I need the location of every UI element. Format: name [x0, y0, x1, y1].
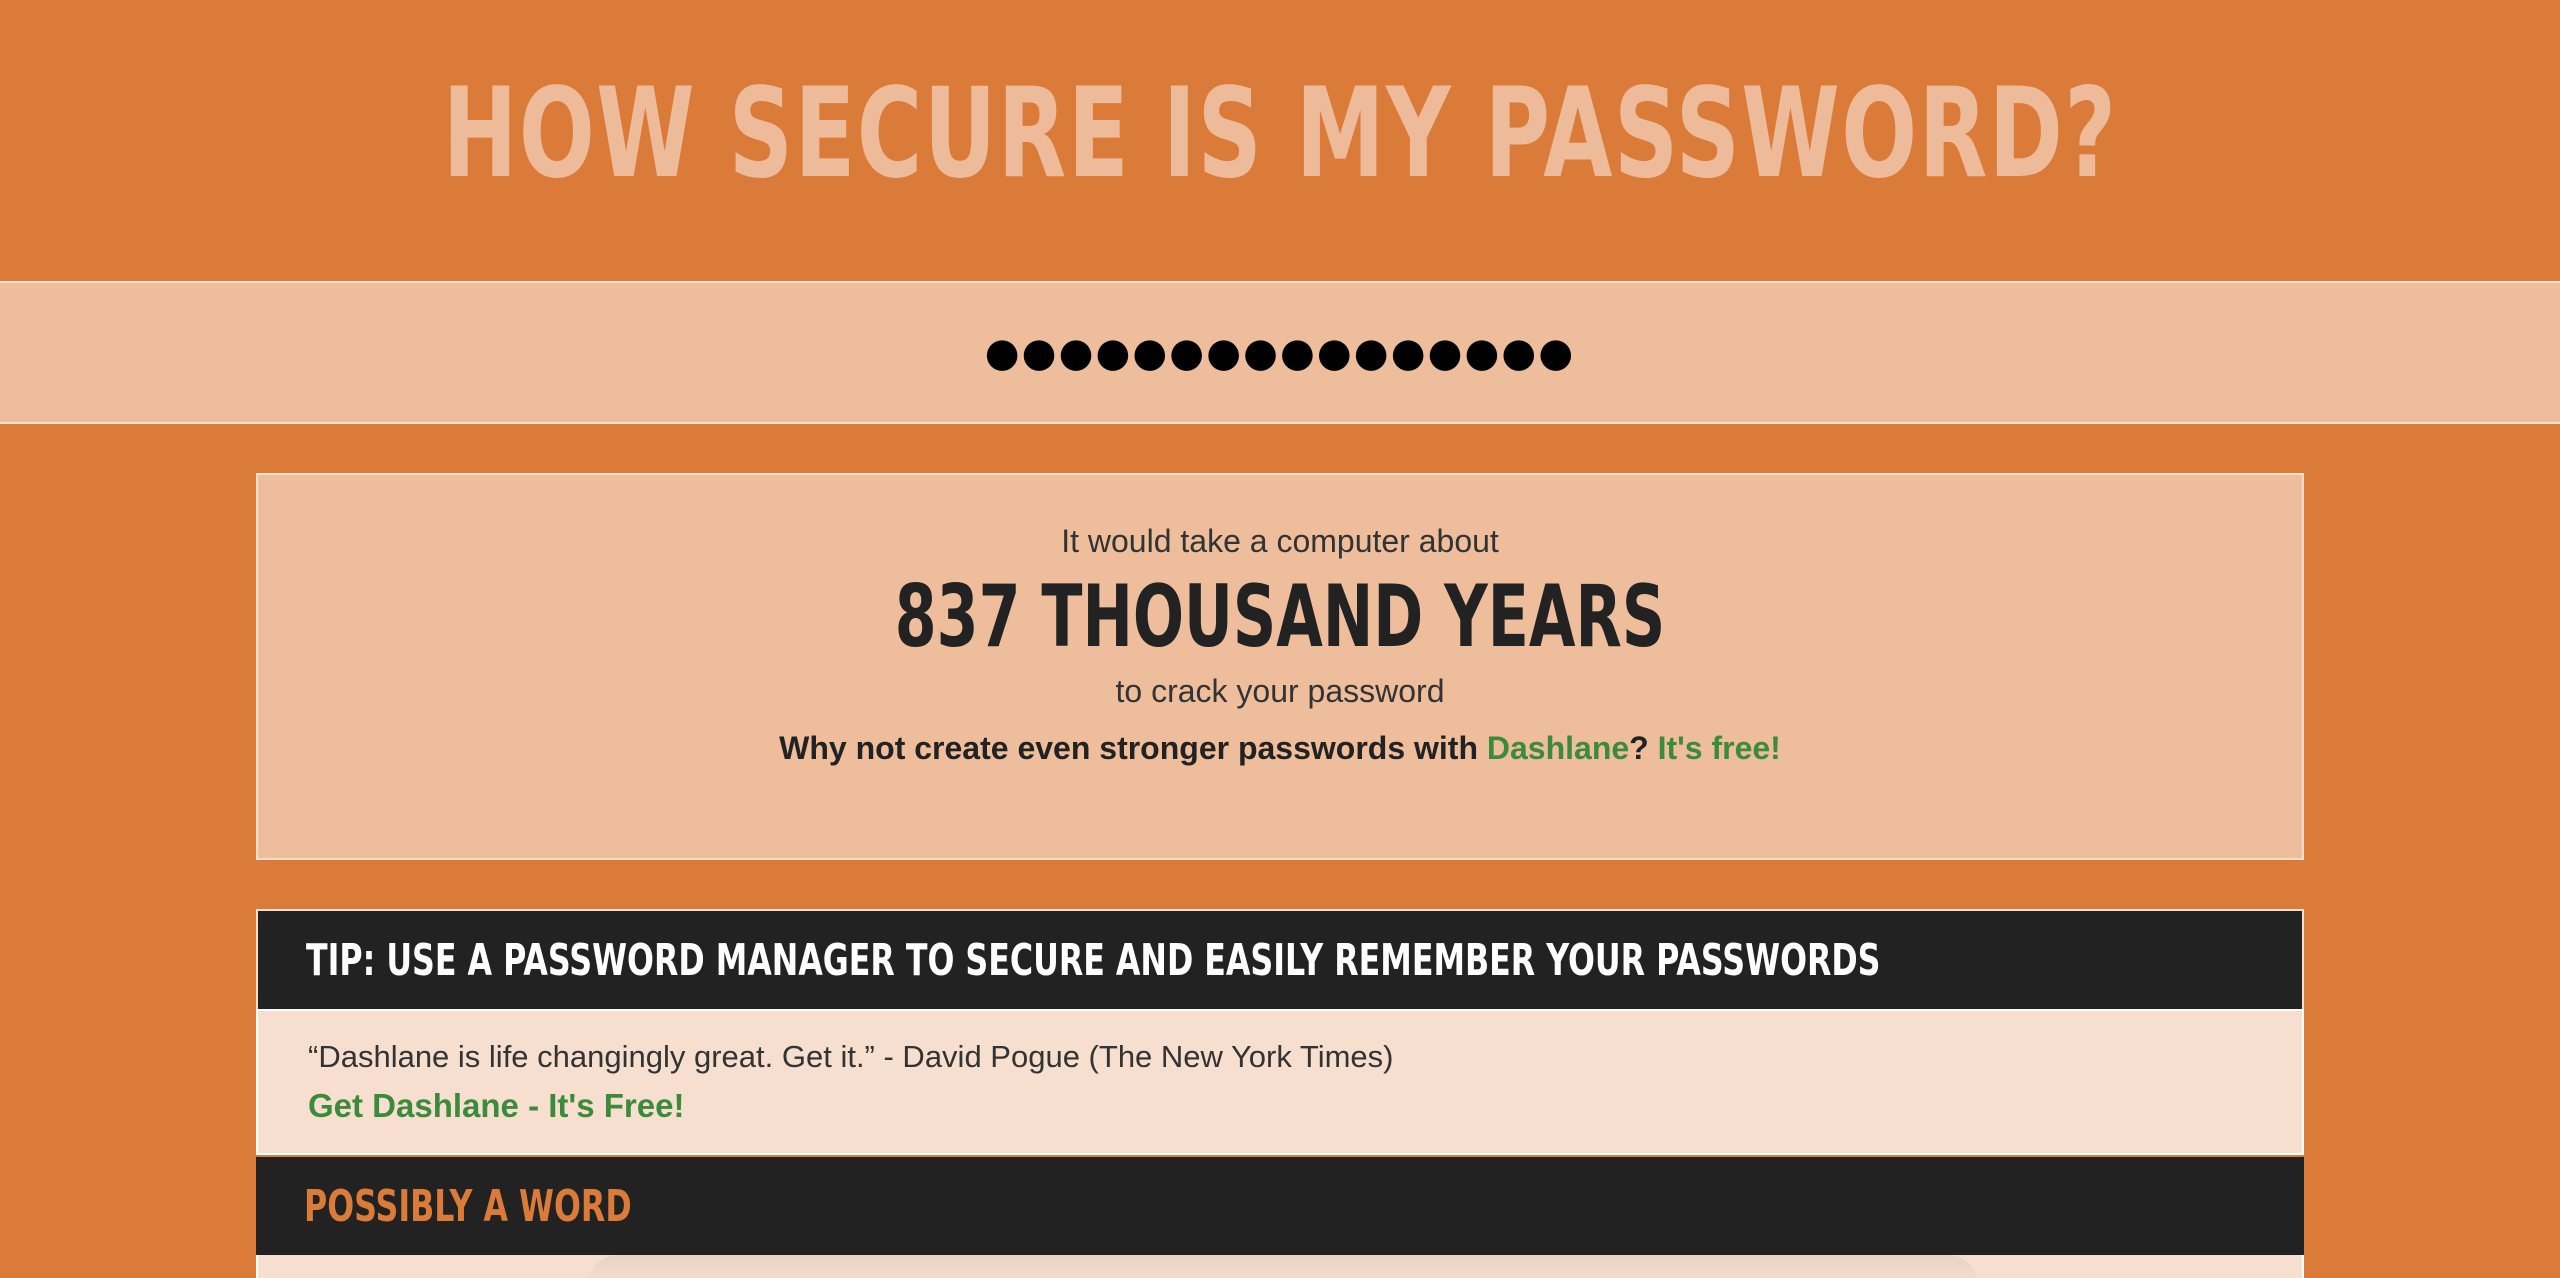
word-body-shadow	[588, 1255, 1978, 1278]
password-input[interactable]	[580, 312, 1980, 393]
result-suffix: to crack your password	[1115, 673, 1445, 709]
tip-title: TIP: USE A PASSWORD MANAGER TO SECURE AN…	[306, 934, 1881, 986]
dashlane-link[interactable]: Dashlane	[1487, 730, 1629, 766]
result-cta: Why not create even stronger passwords w…	[258, 730, 2302, 767]
result-prefix: It would take a computer about	[1061, 523, 1499, 559]
page-header: HOW SECURE IS MY PASSWORD?	[0, 0, 2560, 281]
its-free-link[interactable]: It's free!	[1658, 730, 1781, 766]
password-band	[0, 281, 2560, 424]
tip-body: “Dashlane is life changingly great. Get …	[256, 1009, 2304, 1155]
tip-header: TIP: USE A PASSWORD MANAGER TO SECURE AN…	[256, 909, 2304, 1009]
get-dashlane-link[interactable]: Get Dashlane - It's Free!	[308, 1087, 684, 1125]
crack-time: 837 THOUSAND YEARS	[894, 567, 1666, 667]
possibly-word-title: POSSIBLY A WORD	[304, 1180, 632, 1232]
possibly-word-header: POSSIBLY A WORD	[256, 1157, 2304, 1255]
possibly-word-body	[256, 1255, 2304, 1278]
cta-text: Why not create even stronger passwords w…	[779, 730, 1487, 766]
page-title: HOW SECURE IS MY PASSWORD?	[442, 61, 2118, 206]
result-panel: It would take a computer about 837 THOUS…	[256, 473, 2304, 860]
cta-question: ?	[1629, 730, 1649, 766]
testimonial-quote: “Dashlane is life changingly great. Get …	[308, 1039, 1394, 1074]
